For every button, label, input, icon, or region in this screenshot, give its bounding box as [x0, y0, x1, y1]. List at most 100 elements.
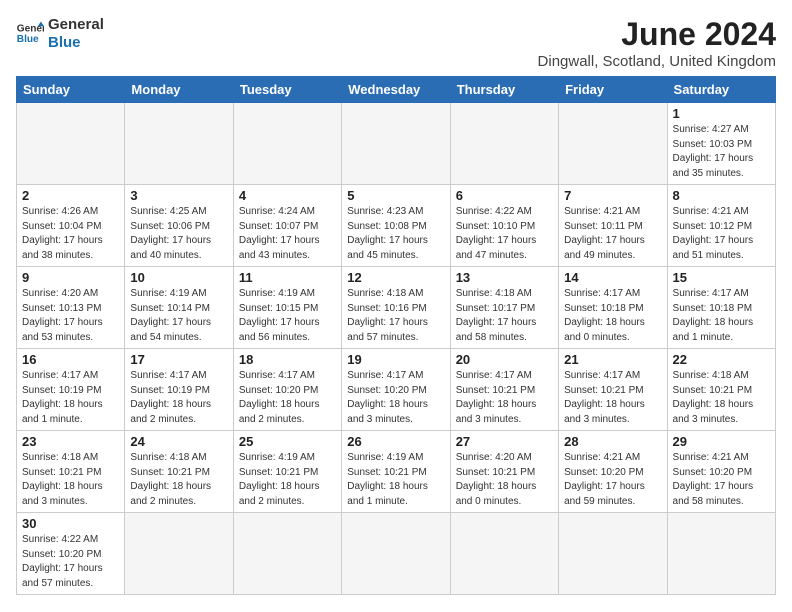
calendar-week-row: 23Sunrise: 4:18 AM Sunset: 10:21 PM Dayl…: [17, 431, 776, 513]
day-info: Sunrise: 4:17 AM Sunset: 10:20 PM Daylig…: [347, 369, 444, 427]
day-number: 28: [564, 434, 661, 449]
day-number: 3: [130, 188, 227, 203]
column-header-tuesday: Tuesday: [233, 77, 341, 103]
logo-general: General: [48, 16, 104, 34]
day-number: 22: [673, 352, 770, 367]
column-header-thursday: Thursday: [450, 77, 558, 103]
day-info: Sunrise: 4:25 AM Sunset: 10:06 PM Daylig…: [130, 205, 227, 263]
calendar-day-cell: 9 Sunrise: 4:20 AM Sunset: 10:13 PM Dayli…: [17, 267, 125, 349]
calendar-week-row: 30 Sunrise: 4:22 AM Sunset: 10:20 PM Dayl…: [17, 513, 776, 595]
day-info: Sunrise: 4:17 AM Sunset: 10:18 PM Daylig…: [564, 287, 661, 345]
day-info: Sunrise: 4:21 AM Sunset: 10:20 PM Daylig…: [564, 451, 661, 509]
day-number: 26: [347, 434, 444, 449]
calendar-day-cell: 30 Sunrise: 4:22 AM Sunset: 10:20 PM Dayl…: [17, 513, 125, 595]
logo-icon: General Blue: [16, 20, 44, 48]
day-number: 14: [564, 270, 661, 285]
day-info: Sunrise: 4:22 AM Sunset: 10:20 PM Daylig…: [22, 533, 119, 591]
day-number: 16: [22, 352, 119, 367]
calendar-day-cell: 5 Sunrise: 4:23 AM Sunset: 10:08 PM Dayli…: [342, 185, 450, 267]
calendar-day-cell: 28 Sunrise: 4:21 AM Sunset: 10:20 PM Dayl…: [559, 431, 667, 513]
day-info: Sunrise: 4:17 AM Sunset: 10:18 PM Daylig…: [673, 287, 770, 345]
location: Dingwall, Scotland, United Kingdom: [538, 53, 776, 70]
calendar-day-cell: 2 Sunrise: 4:26 AM Sunset: 10:04 PM Dayli…: [17, 185, 125, 267]
day-info: Sunrise: 4:22 AM Sunset: 10:10 PM Daylig…: [456, 205, 553, 263]
calendar-day-cell: 6 Sunrise: 4:22 AM Sunset: 10:10 PM Dayli…: [450, 185, 558, 267]
calendar-day-cell: 12 Sunrise: 4:18 AM Sunset: 10:16 PM Dayl…: [342, 267, 450, 349]
day-info: Sunrise: 4:17 AM Sunset: 10:19 PM Daylig…: [22, 369, 119, 427]
day-number: 9: [22, 270, 119, 285]
day-info: Sunrise: 4:20 AM Sunset: 10:13 PM Daylig…: [22, 287, 119, 345]
day-number: 29: [673, 434, 770, 449]
calendar-day-cell: [667, 513, 775, 595]
day-info: Sunrise: 4:26 AM Sunset: 10:04 PM Daylig…: [22, 205, 119, 263]
day-info: Sunrise: 4:18 AM Sunset: 10:21 PM Daylig…: [130, 451, 227, 509]
day-number: 4: [239, 188, 336, 203]
calendar-day-cell: 13Sunrise: 4:18 AM Sunset: 10:17 PM Dayl…: [450, 267, 558, 349]
calendar-day-cell: 25 Sunrise: 4:19 AM Sunset: 10:21 PM Dayl…: [233, 431, 341, 513]
calendar-week-row: 2 Sunrise: 4:26 AM Sunset: 10:04 PM Dayli…: [17, 185, 776, 267]
day-number: 25: [239, 434, 336, 449]
month-title: June 2024: [538, 16, 776, 53]
day-info: Sunrise: 4:19 AM Sunset: 10:14 PM Daylig…: [130, 287, 227, 345]
calendar-day-cell: 19 Sunrise: 4:17 AM Sunset: 10:20 PM Dayl…: [342, 349, 450, 431]
day-number: 2: [22, 188, 119, 203]
calendar-day-cell: 7Sunrise: 4:21 AM Sunset: 10:11 PM Dayli…: [559, 185, 667, 267]
column-header-wednesday: Wednesday: [342, 77, 450, 103]
logo-blue: Blue: [48, 34, 104, 52]
calendar-day-cell: 8Sunrise: 4:21 AM Sunset: 10:12 PM Dayli…: [667, 185, 775, 267]
day-info: Sunrise: 4:18 AM Sunset: 10:21 PM Daylig…: [22, 451, 119, 509]
day-number: 27: [456, 434, 553, 449]
day-info: Sunrise: 4:17 AM Sunset: 10:21 PM Daylig…: [564, 369, 661, 427]
day-number: 12: [347, 270, 444, 285]
calendar-day-cell: 18Sunrise: 4:17 AM Sunset: 10:20 PM Dayl…: [233, 349, 341, 431]
logo: General Blue General Blue: [16, 16, 104, 52]
calendar-day-cell: [342, 513, 450, 595]
day-number: 6: [456, 188, 553, 203]
day-info: Sunrise: 4:18 AM Sunset: 10:16 PM Daylig…: [347, 287, 444, 345]
calendar-day-cell: 10Sunrise: 4:19 AM Sunset: 10:14 PM Dayl…: [125, 267, 233, 349]
calendar-day-cell: 15 Sunrise: 4:17 AM Sunset: 10:18 PM Dayl…: [667, 267, 775, 349]
day-info: Sunrise: 4:27 AM Sunset: 10:03 PM Daylig…: [673, 123, 770, 181]
calendar-day-cell: 21Sunrise: 4:17 AM Sunset: 10:21 PM Dayl…: [559, 349, 667, 431]
column-header-friday: Friday: [559, 77, 667, 103]
calendar-day-cell: 26 Sunrise: 4:19 AM Sunset: 10:21 PM Dayl…: [342, 431, 450, 513]
day-number: 18: [239, 352, 336, 367]
column-header-sunday: Sunday: [17, 77, 125, 103]
calendar-day-cell: [450, 103, 558, 185]
day-info: Sunrise: 4:24 AM Sunset: 10:07 PM Daylig…: [239, 205, 336, 263]
day-number: 13: [456, 270, 553, 285]
day-number: 1: [673, 106, 770, 121]
day-info: Sunrise: 4:18 AM Sunset: 10:21 PM Daylig…: [673, 369, 770, 427]
svg-text:Blue: Blue: [17, 34, 39, 45]
day-info: Sunrise: 4:19 AM Sunset: 10:21 PM Daylig…: [239, 451, 336, 509]
calendar-header-row: SundayMondayTuesdayWednesdayThursdayFrid…: [17, 77, 776, 103]
calendar-day-cell: [450, 513, 558, 595]
column-header-saturday: Saturday: [667, 77, 775, 103]
day-info: Sunrise: 4:17 AM Sunset: 10:21 PM Daylig…: [456, 369, 553, 427]
calendar-day-cell: 3 Sunrise: 4:25 AM Sunset: 10:06 PM Dayli…: [125, 185, 233, 267]
calendar-day-cell: [233, 103, 341, 185]
title-block: June 2024 Dingwall, Scotland, United Kin…: [538, 16, 776, 70]
day-number: 24: [130, 434, 227, 449]
day-info: Sunrise: 4:21 AM Sunset: 10:20 PM Daylig…: [673, 451, 770, 509]
calendar-week-row: 16 Sunrise: 4:17 AM Sunset: 10:19 PM Dayl…: [17, 349, 776, 431]
column-header-monday: Monday: [125, 77, 233, 103]
day-info: Sunrise: 4:19 AM Sunset: 10:15 PM Daylig…: [239, 287, 336, 345]
day-number: 15: [673, 270, 770, 285]
day-number: 30: [22, 516, 119, 531]
day-info: Sunrise: 4:23 AM Sunset: 10:08 PM Daylig…: [347, 205, 444, 263]
day-info: Sunrise: 4:19 AM Sunset: 10:21 PM Daylig…: [347, 451, 444, 509]
day-number: 20: [456, 352, 553, 367]
day-number: 5: [347, 188, 444, 203]
day-number: 19: [347, 352, 444, 367]
calendar-day-cell: 24 Sunrise: 4:18 AM Sunset: 10:21 PM Dayl…: [125, 431, 233, 513]
calendar-day-cell: 17Sunrise: 4:17 AM Sunset: 10:19 PM Dayl…: [125, 349, 233, 431]
day-info: Sunrise: 4:21 AM Sunset: 10:12 PM Daylig…: [673, 205, 770, 263]
calendar-week-row: 1 Sunrise: 4:27 AM Sunset: 10:03 PM Dayli…: [17, 103, 776, 185]
calendar-day-cell: 4 Sunrise: 4:24 AM Sunset: 10:07 PM Dayli…: [233, 185, 341, 267]
calendar-day-cell: 1 Sunrise: 4:27 AM Sunset: 10:03 PM Dayli…: [667, 103, 775, 185]
day-number: 7: [564, 188, 661, 203]
calendar-day-cell: [342, 103, 450, 185]
calendar-day-cell: 22 Sunrise: 4:18 AM Sunset: 10:21 PM Dayl…: [667, 349, 775, 431]
calendar-day-cell: 23Sunrise: 4:18 AM Sunset: 10:21 PM Dayl…: [17, 431, 125, 513]
